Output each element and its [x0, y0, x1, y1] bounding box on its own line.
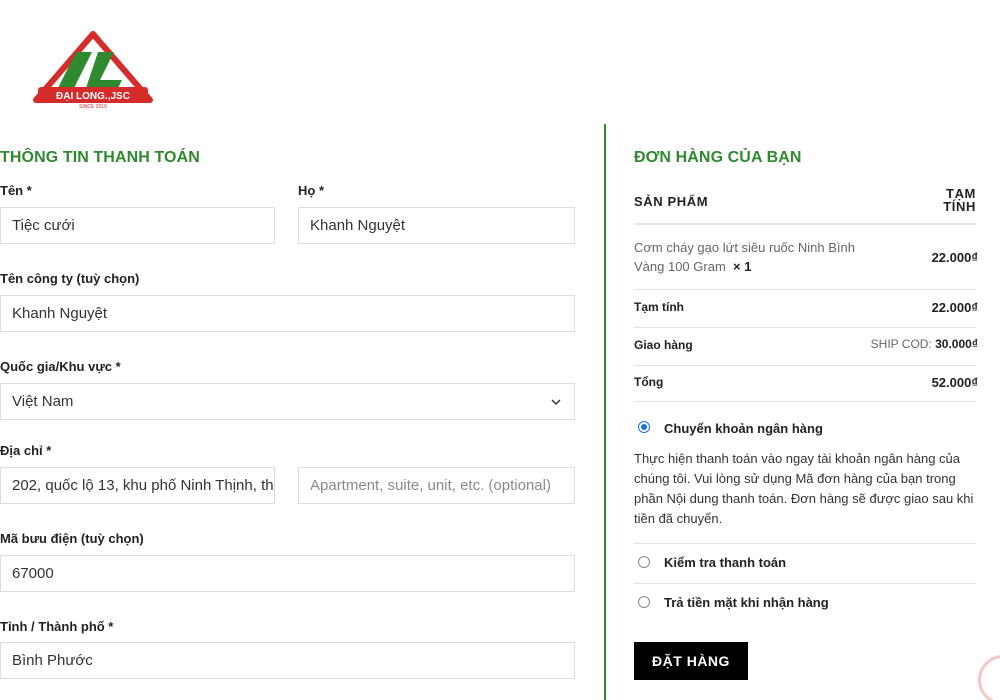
- shipping-amount: 30.000₫: [935, 337, 978, 351]
- company-label: Tên công ty (tuỳ chọn): [0, 271, 140, 286]
- row-divider: [634, 583, 976, 584]
- subtotal-value: 22.000₫: [931, 300, 978, 315]
- first-name-label: Tên *: [0, 183, 32, 198]
- total-label: Tổng: [634, 375, 664, 389]
- billing-title: THÔNG TIN THANH TOÁN: [0, 149, 200, 166]
- row-divider: [634, 543, 976, 544]
- city-input[interactable]: Bình Phước: [0, 642, 575, 679]
- order-title: ĐƠN HÀNG CỦA BẠN: [634, 149, 802, 166]
- floating-chat-icon[interactable]: [978, 655, 1000, 700]
- col-subtotal-header: TẠM TÍNH: [943, 187, 976, 213]
- col-product-header: SẢN PHẨM: [634, 194, 709, 209]
- row-divider: [634, 289, 976, 290]
- payment-bank-label[interactable]: Chuyển khoản ngân hàng: [664, 421, 823, 436]
- column-divider: [604, 124, 606, 700]
- payment-bank-description: Thực hiện thanh toán vào ngay tài khoản …: [634, 451, 974, 526]
- payment-check-radio[interactable]: [638, 556, 650, 568]
- product-name: Cơm cháy gạo lứt siêu ruốc Ninh Bình Vàn…: [634, 238, 874, 276]
- payment-cod-radio[interactable]: [638, 596, 650, 608]
- col-subtotal-header-line2: TÍNH: [943, 199, 976, 214]
- country-select-value: Việt Nam: [12, 393, 74, 410]
- subtotal-label: Tạm tính: [634, 300, 684, 314]
- row-divider: [634, 401, 976, 402]
- postcode-label: Mã bưu điện (tuỳ chọn): [0, 531, 144, 546]
- company-input[interactable]: Khanh Nguyệt: [0, 295, 575, 332]
- postcode-input[interactable]: 67000: [0, 555, 575, 592]
- product-qty: × 1: [733, 259, 752, 274]
- place-order-button[interactable]: ĐẶT HÀNG: [634, 642, 748, 680]
- address-label: Địa chỉ *: [0, 443, 52, 458]
- last-name-label: Họ *: [298, 183, 324, 198]
- shipping-label: Giao hàng: [634, 338, 693, 352]
- city-label: Tỉnh / Thành phố *: [0, 619, 114, 634]
- shipping-method: SHIP COD:: [870, 337, 932, 351]
- shipping-value: SHIP COD: 30.000₫: [871, 337, 978, 351]
- country-label: Quốc gia/Khu vực *: [0, 359, 121, 374]
- payment-cod-label[interactable]: Trả tiền mặt khi nhận hàng: [664, 595, 829, 610]
- payment-bank-radio[interactable]: [638, 421, 650, 433]
- product-price: 22.000₫: [931, 250, 978, 265]
- row-divider: [634, 365, 976, 366]
- billing-form: THÔNG TIN THANH TOÁN Tên * Họ * Tiệc cướ…: [0, 0, 600, 700]
- address-line2-input[interactable]: Apartment, suite, unit, etc. (optional): [298, 467, 575, 504]
- total-value: 52.000₫: [931, 375, 978, 390]
- chevron-down-icon: [551, 399, 561, 406]
- first-name-input[interactable]: Tiệc cưới: [0, 207, 275, 244]
- table-header-divider: [634, 223, 976, 225]
- address-line1-input[interactable]: 202, quốc lộ 13, khu phố Ninh Thịnh, th: [0, 467, 275, 504]
- order-summary: ĐƠN HÀNG CỦA BẠN SẢN PHẨM TẠM TÍNH Cơm c…: [634, 0, 978, 700]
- last-name-input[interactable]: Khanh Nguyệt: [298, 207, 575, 244]
- payment-check-label[interactable]: Kiểm tra thanh toán: [664, 555, 786, 570]
- row-divider: [634, 327, 976, 328]
- country-select[interactable]: Việt Nam: [0, 383, 575, 420]
